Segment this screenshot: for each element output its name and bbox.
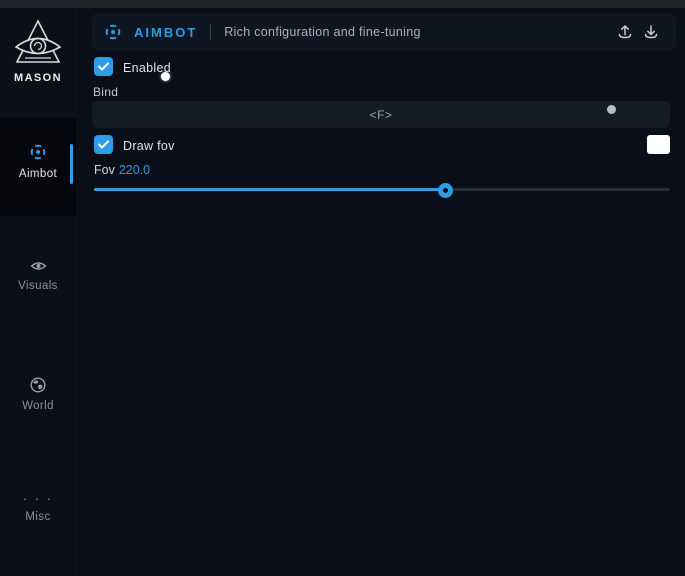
fov-slider[interactable] <box>94 182 670 198</box>
logo: MASON <box>0 18 76 84</box>
sidebar: MASON Aimbot Visuals <box>0 8 76 576</box>
draw-fov-checkbox[interactable] <box>94 135 113 154</box>
fov-slider-track[interactable] <box>94 188 670 191</box>
sidebar-item-world[interactable]: World <box>0 368 76 422</box>
ellipsis-icon: · · · <box>23 494 53 504</box>
sidebar-item-label: Visuals <box>18 280 58 292</box>
crosshair-icon <box>104 23 122 41</box>
page-header: AIMBOT Rich configuration and fine-tunin… <box>92 14 676 50</box>
check-icon <box>98 140 109 149</box>
download-icon <box>643 24 659 40</box>
eye-icon <box>30 259 47 273</box>
fov-color-swatch[interactable] <box>647 135 670 154</box>
mouse-cursor-dot <box>161 72 170 81</box>
window-top-strip <box>0 0 685 8</box>
check-icon <box>98 62 109 71</box>
header-divider <box>210 24 211 40</box>
indicator-dot <box>607 105 616 114</box>
bind-key-input[interactable]: <F> <box>92 101 670 128</box>
sidebar-item-misc[interactable]: · · · Misc <box>0 488 76 542</box>
sidebar-item-visuals[interactable]: Visuals <box>0 250 76 304</box>
bind-key-value: <F> <box>370 108 393 122</box>
page-subtitle: Rich configuration and fine-tuning <box>224 25 420 39</box>
download-config-button[interactable] <box>638 19 664 45</box>
sidebar-item-label: Aimbot <box>19 168 57 180</box>
sidebar-item-label: Misc <box>25 511 50 523</box>
mason-eye-logo-icon <box>13 18 63 68</box>
fov-label: Fov220.0 <box>94 163 150 177</box>
fov-value: 220.0 <box>119 163 150 177</box>
active-tab-indicator <box>70 144 73 184</box>
app-window: MASON Aimbot Visuals <box>0 0 685 576</box>
bind-label: Bind <box>93 85 118 99</box>
fov-slider-handle[interactable] <box>438 183 453 198</box>
fov-slider-fill <box>94 188 446 191</box>
draw-fov-label: Draw fov <box>123 139 175 153</box>
sidebar-item-label: World <box>22 400 54 412</box>
logo-text: MASON <box>14 72 62 84</box>
page-title: AIMBOT <box>134 25 197 40</box>
sidebar-item-aimbot[interactable]: Aimbot <box>0 118 76 216</box>
enabled-checkbox[interactable] <box>94 57 113 76</box>
globe-icon <box>30 377 46 393</box>
crosshair-icon <box>29 143 47 161</box>
upload-config-button[interactable] <box>612 19 638 45</box>
upload-icon <box>617 24 633 40</box>
fov-slider-handle-dot <box>443 188 448 193</box>
